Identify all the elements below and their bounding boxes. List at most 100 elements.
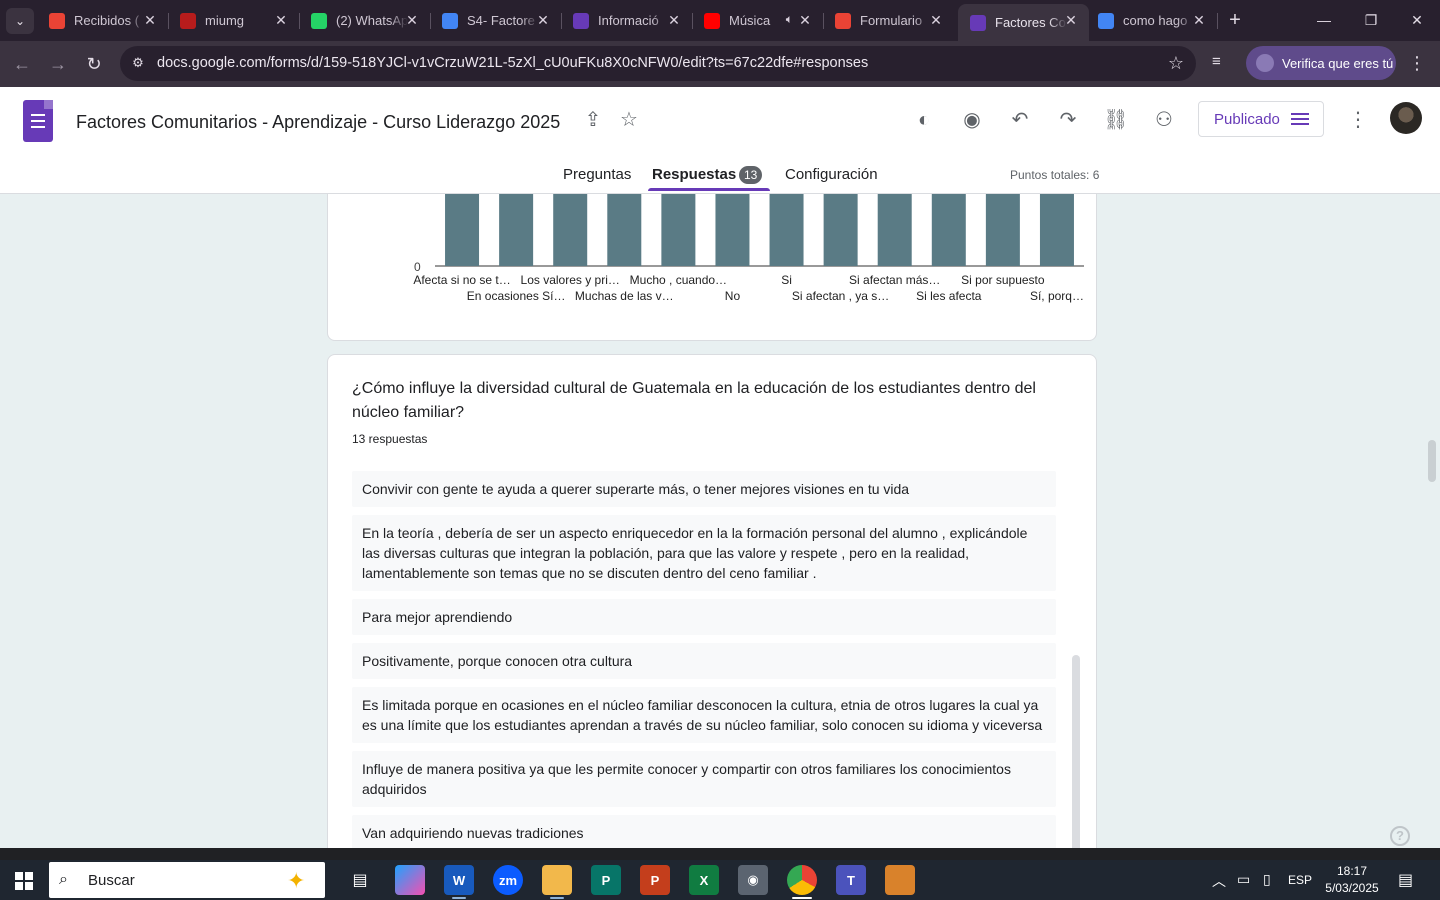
network-icon[interactable]: ▭ bbox=[1237, 871, 1250, 900]
browser-menu-icon[interactable]: ⋮ bbox=[1408, 53, 1426, 74]
browser-tab[interactable]: S4- Factore ✕ bbox=[430, 4, 562, 37]
x-tick-label: En ocasiones Sí… bbox=[467, 289, 566, 303]
close-tab-icon[interactable]: ✕ bbox=[404, 12, 420, 28]
battery-icon[interactable]: ▯ bbox=[1263, 871, 1271, 900]
clock[interactable]: 18:17 5/03/2025 bbox=[1322, 863, 1382, 897]
site-settings-icon[interactable]: ⚙ bbox=[130, 55, 146, 71]
browser-tab[interactable]: Formulario ✕ bbox=[823, 4, 954, 37]
publisher-app-icon[interactable]: P bbox=[591, 865, 621, 895]
browser-tab[interactable]: como hago ✕ bbox=[1086, 4, 1218, 37]
chart-bar[interactable] bbox=[553, 194, 588, 266]
page-scrollbar[interactable] bbox=[1428, 440, 1436, 482]
browser-tab[interactable]: Factores Co ✕ bbox=[958, 4, 1089, 41]
undo-icon[interactable]: ↶ bbox=[1007, 107, 1033, 133]
close-tab-icon[interactable]: ✕ bbox=[666, 12, 682, 28]
excel-app-icon[interactable]: X bbox=[689, 865, 719, 895]
task-view-icon[interactable]: ▤ bbox=[345, 865, 375, 895]
bookmark-star-icon[interactable]: ☆ bbox=[1168, 53, 1184, 74]
language-indicator[interactable]: ESP bbox=[1288, 873, 1312, 900]
chart-bar[interactable] bbox=[931, 194, 966, 266]
windows-start-icon[interactable] bbox=[15, 872, 33, 890]
browser-tab[interactable]: Informació ✕ bbox=[561, 4, 693, 37]
teams-app-icon[interactable]: T bbox=[836, 865, 866, 895]
chrome-app-icon[interactable] bbox=[787, 865, 817, 899]
photo-app-icon[interactable] bbox=[885, 865, 915, 895]
form-tabs: Preguntas Respuestas 13 Configuración Pu… bbox=[0, 160, 1440, 194]
close-tab-icon[interactable]: ✕ bbox=[797, 12, 813, 28]
close-tab-icon[interactable]: ✕ bbox=[928, 12, 944, 28]
preview-eye-icon[interactable]: ◉ bbox=[959, 107, 985, 133]
chart-bar[interactable] bbox=[499, 194, 534, 266]
browser-tab[interactable]: (2) WhatsAp ✕ bbox=[299, 4, 431, 37]
camera-app-icon[interactable]: ◉ bbox=[738, 865, 768, 895]
close-tab-icon[interactable]: ✕ bbox=[142, 12, 158, 28]
reload-icon[interactable]: ↻ bbox=[81, 51, 107, 77]
response-item: Influye de manera positiva ya que les pe… bbox=[352, 751, 1056, 807]
more-options-icon[interactable]: ⋮ bbox=[1345, 107, 1371, 133]
close-tab-icon[interactable]: ✕ bbox=[1063, 12, 1079, 28]
tab-title: miumg bbox=[205, 13, 245, 28]
forward-arrow-icon[interactable]: → bbox=[45, 51, 71, 77]
url-text[interactable]: docs.google.com/forms/d/159-518YJCl-v1vC… bbox=[157, 55, 868, 71]
tab-search-button[interactable]: ⌄ bbox=[6, 8, 34, 34]
chart-bar[interactable] bbox=[985, 194, 1020, 266]
verify-identity-button[interactable]: Verifica que eres tú bbox=[1246, 46, 1396, 80]
published-button[interactable]: Publicado bbox=[1198, 101, 1324, 137]
file-explorer-icon[interactable] bbox=[542, 865, 572, 899]
add-collaborator-icon[interactable]: ⚇ bbox=[1151, 107, 1177, 133]
close-window-button[interactable]: ✕ bbox=[1403, 8, 1431, 32]
forms-icon bbox=[573, 12, 589, 29]
browser-tab-strip: ⌄ Recibidos (✕ miumg ✕ (2) WhatsAp ✕ S4- Fact… bbox=[0, 0, 1440, 41]
word-app-icon[interactable]: W bbox=[444, 865, 474, 899]
x-tick-label: Sí, porq… bbox=[1030, 289, 1084, 303]
close-tab-icon[interactable]: ✕ bbox=[273, 12, 289, 28]
media-controls-icon[interactable]: ≡ bbox=[1212, 53, 1234, 75]
browser-tab[interactable]: Música ✕ 🔈︎ bbox=[692, 4, 824, 37]
chart-bar[interactable] bbox=[445, 194, 480, 266]
question-title: ¿Cómo influye la diversidad cultural de … bbox=[352, 380, 1036, 421]
x-tick-label: Mucho , cuando… bbox=[630, 273, 727, 287]
link-icon[interactable]: ⛓ bbox=[1103, 107, 1129, 133]
search-placeholder: Buscar bbox=[88, 872, 135, 889]
chart-bar[interactable] bbox=[877, 194, 912, 266]
browser-tab[interactable]: Recibidos (✕ bbox=[37, 4, 169, 37]
account-avatar[interactable] bbox=[1390, 102, 1422, 134]
back-arrow-icon[interactable]: ← bbox=[9, 51, 35, 77]
palette-icon[interactable]: ◐ bbox=[911, 107, 937, 133]
close-tab-icon[interactable]: ✕ bbox=[535, 12, 551, 28]
x-tick-label: Si afectan , ya s… bbox=[792, 289, 889, 303]
tab-preguntas[interactable]: Preguntas bbox=[563, 166, 631, 183]
form-title[interactable]: Factores Comunitarios - Aprendizaje - Cu… bbox=[76, 112, 560, 133]
copilot-app-icon[interactable] bbox=[395, 865, 425, 895]
chart-bar[interactable] bbox=[607, 194, 642, 266]
help-icon[interactable]: ? bbox=[1390, 826, 1410, 846]
tab-audio-icon[interactable]: 🔈︎ bbox=[786, 12, 793, 27]
google-icon bbox=[1098, 12, 1114, 29]
tab-respuestas[interactable]: Respuestas bbox=[652, 166, 736, 183]
browser-tab[interactable]: miumg ✕ bbox=[168, 4, 300, 37]
gmail-icon bbox=[49, 12, 65, 29]
chart-bar[interactable] bbox=[823, 194, 858, 266]
notifications-icon[interactable]: ▤ bbox=[1398, 870, 1413, 900]
chart-bar[interactable] bbox=[715, 194, 750, 266]
redo-icon[interactable]: ↷ bbox=[1055, 107, 1081, 133]
new-tab-button[interactable]: + bbox=[1224, 9, 1246, 31]
powerpoint-app-icon[interactable]: P bbox=[640, 865, 670, 895]
zoom-app-icon[interactable]: zm bbox=[493, 865, 523, 895]
chart-bar[interactable] bbox=[1039, 194, 1074, 266]
forms-logo-icon[interactable] bbox=[23, 100, 53, 142]
tab-configuracion[interactable]: Configuración bbox=[785, 166, 878, 183]
taskbar-search[interactable]: ⌕ Buscar ✦ bbox=[49, 862, 325, 898]
card-scrollbar[interactable] bbox=[1072, 655, 1080, 848]
close-tab-icon[interactable]: ✕ bbox=[1191, 12, 1207, 28]
response-count: 13 respuestas bbox=[352, 432, 428, 446]
move-to-drive-icon[interactable]: ⇪ bbox=[580, 107, 606, 133]
minimize-button[interactable]: — bbox=[1310, 8, 1338, 32]
show-hidden-icons[interactable]: ︿ bbox=[1212, 871, 1226, 900]
chart-bar[interactable] bbox=[661, 194, 696, 266]
address-bar[interactable]: ⚙ docs.google.com/forms/d/159-518YJCl-v1… bbox=[120, 46, 1196, 81]
maximize-button[interactable]: ❐ bbox=[1357, 8, 1385, 32]
response-item: Convivir con gente te ayuda a querer sup… bbox=[352, 471, 1056, 507]
chart-bar[interactable] bbox=[769, 194, 804, 266]
star-icon[interactable]: ☆ bbox=[616, 107, 642, 133]
